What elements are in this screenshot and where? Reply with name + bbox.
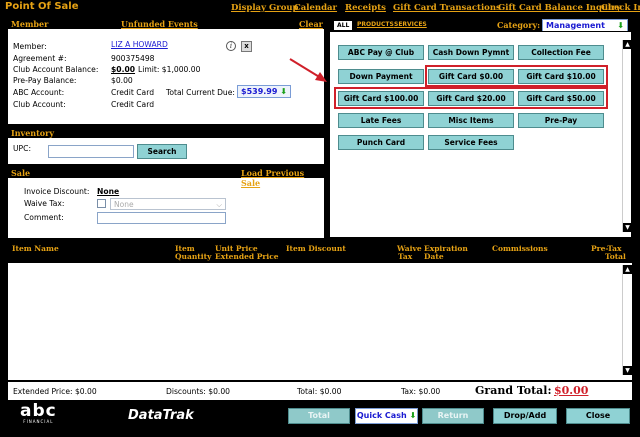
prepay-value: $0.00 bbox=[111, 76, 133, 85]
catalog-tabs-bar: ALL PRODUCTS SERVICES Category: Manageme… bbox=[329, 19, 632, 32]
item-button-pre-pay[interactable]: Pre-Pay bbox=[518, 113, 604, 128]
close-button[interactable]: Close bbox=[566, 408, 630, 424]
col-item-name: Item Name bbox=[12, 244, 59, 253]
app-title: Point Of Sale bbox=[5, 1, 79, 12]
upc-label: UPC: bbox=[13, 144, 31, 153]
highlight-box bbox=[334, 87, 608, 109]
waive-tax-checkbox[interactable] bbox=[97, 199, 106, 208]
catalog-scrollbar[interactable]: ▲ ▼ bbox=[622, 40, 632, 232]
datatrak-logo: DataTrak bbox=[128, 408, 194, 423]
return-button[interactable]: Return bbox=[422, 408, 484, 424]
waive-tax-label: Waive Tax: bbox=[24, 199, 65, 208]
waive-tax-select[interactable]: None ⌵ bbox=[110, 198, 226, 210]
inventory-panel: Inventory UPC: Search bbox=[8, 128, 324, 164]
col-extended-price: Extended Price bbox=[215, 252, 279, 261]
member-panel: Member Unfunded Events Clear Member: LIZ… bbox=[8, 19, 324, 124]
abc-account-label: ABC Account: bbox=[13, 88, 65, 97]
balance-label: Club Account Balance: bbox=[13, 65, 99, 74]
chevron-down-icon: ⌵ bbox=[216, 200, 222, 209]
col-tax: Tax bbox=[398, 252, 413, 261]
item-button-misc-items[interactable]: Misc Items bbox=[428, 113, 514, 128]
upc-input[interactable] bbox=[48, 145, 134, 158]
tab-all[interactable]: ALL bbox=[334, 21, 353, 30]
tab-products[interactable]: PRODUCTS bbox=[357, 21, 394, 28]
category-select-value: Management bbox=[546, 21, 605, 30]
abc-logo: abc FINANCIAL bbox=[20, 401, 57, 425]
tax-total: Tax: $0.00 bbox=[401, 387, 441, 396]
invoice-discount-label: Invoice Discount: bbox=[24, 187, 90, 196]
unfunded-events-link[interactable]: Unfunded Events bbox=[121, 19, 198, 29]
abc-logo-subtext: FINANCIAL bbox=[23, 419, 54, 424]
agreement-value: 900375498 bbox=[111, 54, 155, 63]
col-total: Total bbox=[605, 252, 626, 261]
scroll-down-icon[interactable]: ▼ bbox=[623, 366, 632, 375]
arrow-down-icon: ⬇ bbox=[409, 411, 417, 420]
quick-cash-button[interactable]: Quick Cash ⬇ bbox=[355, 408, 418, 424]
totals-bar: Extended Price: $0.00 Discounts: $0.00 T… bbox=[8, 382, 632, 400]
drop-add-button[interactable]: Drop/Add bbox=[493, 408, 557, 424]
grid-header: Item Name Item Quantity Unit Price Exten… bbox=[8, 243, 632, 263]
inventory-heading: Inventory bbox=[8, 128, 324, 138]
col-item-discount: Item Discount bbox=[286, 244, 346, 253]
scroll-up-icon[interactable]: ▲ bbox=[623, 40, 632, 49]
item-button-down-payment[interactable]: Down Payment bbox=[338, 69, 424, 84]
grid-scrollbar[interactable]: ▲ ▼ bbox=[622, 265, 632, 375]
discounts-total: Discounts: $0.00 bbox=[166, 387, 231, 396]
member-label: Member: bbox=[13, 42, 47, 51]
display-group-link[interactable]: Display Group bbox=[231, 3, 299, 13]
subtotal: Total: $0.00 bbox=[297, 387, 342, 396]
col-date: Date bbox=[424, 252, 444, 261]
sale-panel: Sale Load Previous Sale Invoice Discount… bbox=[8, 168, 324, 238]
catalog-items-panel: ABC Pay @ Club Cash Down Pymnt Collectio… bbox=[329, 31, 632, 238]
red-arrow-icon bbox=[289, 58, 327, 82]
abc-account-value: Credit Card bbox=[111, 88, 155, 97]
item-button-cash-down[interactable]: Cash Down Pymnt bbox=[428, 45, 514, 60]
invoice-discount-value[interactable]: None bbox=[97, 187, 119, 196]
receipts-link[interactable]: Receipts bbox=[345, 3, 386, 13]
line-items-grid: Item Name Item Quantity Unit Price Exten… bbox=[8, 243, 632, 380]
total-due-label: Total Current Due: bbox=[166, 88, 235, 97]
clear-link[interactable]: Clear bbox=[299, 19, 323, 29]
item-button-punch-card[interactable]: Punch Card bbox=[338, 135, 424, 150]
abc-logo-text: abc bbox=[20, 401, 57, 421]
item-button-collection-fee[interactable]: Collection Fee bbox=[518, 45, 604, 60]
balance-value[interactable]: $0.00 bbox=[111, 65, 135, 74]
grand-total-label: Grand Total: bbox=[475, 384, 552, 397]
agreement-label: Agreement #: bbox=[13, 54, 67, 63]
quick-cash-label: Quick Cash bbox=[356, 411, 407, 420]
scroll-up-icon[interactable]: ▲ bbox=[623, 265, 632, 274]
top-bar: Point Of Sale Display Group Calendar Rec… bbox=[0, 0, 640, 15]
club-account-value: Credit Card bbox=[111, 100, 155, 109]
waive-tax-select-value: None bbox=[114, 200, 134, 209]
extended-price-total: Extended Price: $0.00 bbox=[13, 387, 97, 396]
arrow-down-icon: ⬇ bbox=[280, 87, 287, 96]
arrow-down-icon: ⬇ bbox=[617, 21, 624, 30]
search-button[interactable]: Search bbox=[137, 144, 187, 159]
info-icon[interactable]: i bbox=[226, 41, 236, 51]
gift-card-transactions-link[interactable]: Gift Card Transactions bbox=[393, 3, 501, 13]
total-due-box[interactable]: $539.99 ⬇ bbox=[237, 85, 291, 98]
tab-services[interactable]: SERVICES bbox=[394, 21, 427, 28]
grand-total-value: $0.00 bbox=[554, 384, 589, 397]
total-due-value: $539.99 bbox=[241, 87, 278, 96]
highlight-box bbox=[425, 65, 608, 87]
col-quantity: Quantity bbox=[175, 252, 212, 261]
member-name-link[interactable]: LIZ A HOWARD bbox=[111, 40, 168, 49]
load-previous-sale-link[interactable]: Load Previous Sale bbox=[241, 168, 324, 188]
comment-input[interactable] bbox=[97, 212, 226, 224]
club-account-label: Club Account: bbox=[13, 100, 66, 109]
comment-label: Comment: bbox=[24, 213, 64, 222]
remove-member-button[interactable]: x bbox=[241, 41, 252, 52]
calendar-link[interactable]: Calendar bbox=[294, 3, 337, 13]
scroll-down-icon[interactable]: ▼ bbox=[623, 223, 632, 232]
prepay-label: Pre-Pay Balance: bbox=[13, 76, 77, 85]
check-in-link[interactable]: Check In bbox=[601, 3, 640, 13]
total-button[interactable]: Total bbox=[288, 408, 350, 424]
category-label: Category: bbox=[497, 20, 541, 30]
col-commissions: Commissions bbox=[492, 244, 548, 253]
item-button-late-fees[interactable]: Late Fees bbox=[338, 113, 424, 128]
item-button-service-fees[interactable]: Service Fees bbox=[428, 135, 514, 150]
item-button-abc-pay[interactable]: ABC Pay @ Club bbox=[338, 45, 424, 60]
limit-text: Limit: $1,000.00 bbox=[138, 65, 201, 74]
